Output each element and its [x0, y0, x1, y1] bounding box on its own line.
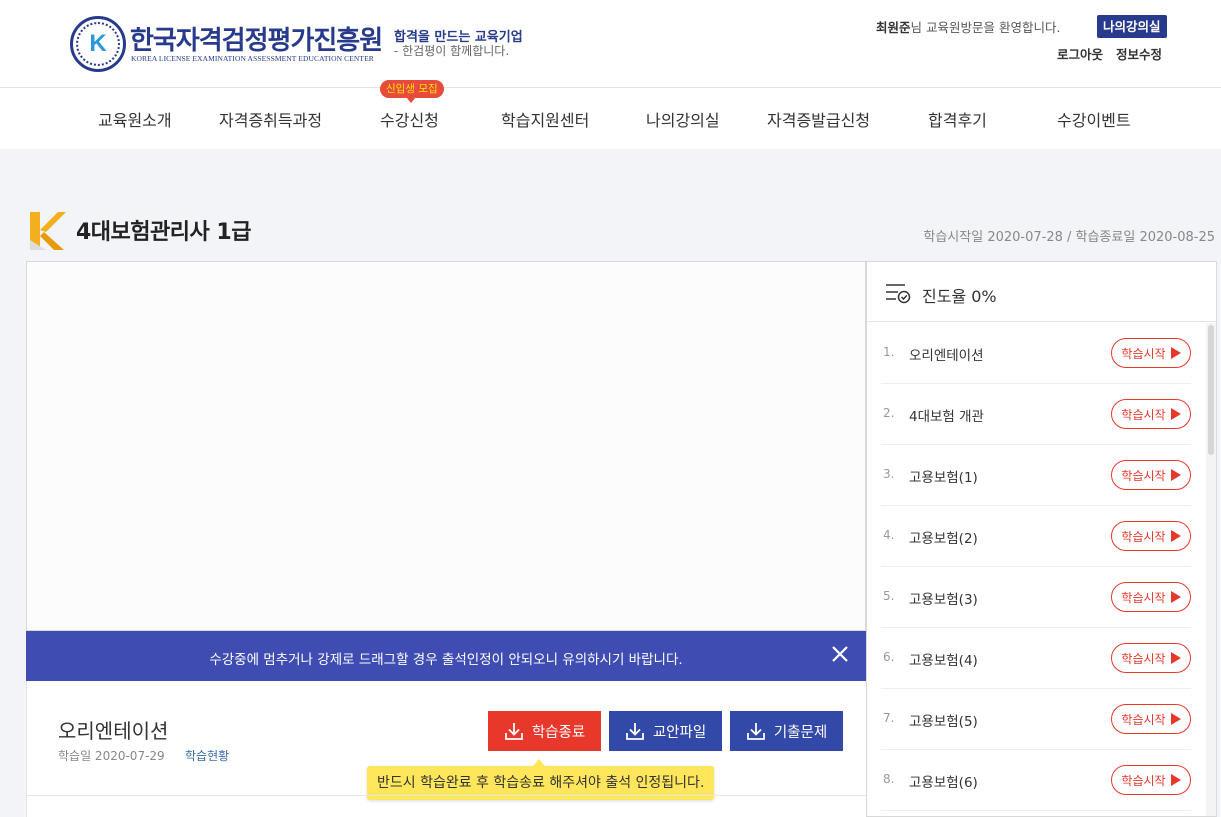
lesson-item: 8. 고용보험(6) 학습시작: [881, 750, 1191, 811]
download-icon: [625, 723, 644, 740]
logo-letter: K: [89, 30, 107, 57]
lesson-number: 5.: [883, 589, 895, 603]
progress-header: 진도율 0%: [867, 262, 1216, 322]
lesson-name: 고용보험(4): [909, 653, 978, 669]
main-nav: 교육원소개 자격증취득과정 수강신청 신입생 모집 학습지원센터 나의강의실 자…: [0, 80, 1221, 149]
start-lesson-button[interactable]: 학습시작: [1111, 399, 1191, 429]
logo-ring: K: [76, 22, 120, 66]
start-label: 학습시작: [1121, 468, 1166, 483]
lesson-name: 고용보험(6): [909, 775, 978, 791]
nav-item-about[interactable]: 교육원소개: [98, 107, 172, 131]
lecture-file-label: 교안파일: [652, 724, 707, 741]
end-study-label: 학습종료: [531, 724, 586, 741]
lesson-name: 고용보험(3): [909, 592, 978, 608]
logo-title[interactable]: 한국자격검정평가진흥원: [130, 20, 383, 57]
start-label: 학습시작: [1121, 712, 1166, 727]
download-icon: [504, 723, 523, 740]
lesson-item: 1. 오리엔테이션 학습시작: [881, 323, 1191, 384]
start-label: 학습시작: [1121, 590, 1166, 605]
lesson-number: 6.: [883, 650, 895, 664]
nav-item-certificate-issue[interactable]: 자격증발급신청: [767, 107, 870, 131]
play-icon: [1170, 591, 1181, 603]
current-lesson-title: 오리엔테이션: [58, 719, 169, 743]
lesson-item: 5. 고용보험(3) 학습시작: [881, 567, 1191, 628]
nav-item-my-classroom[interactable]: 나의강의실: [646, 107, 720, 131]
lesson-name: 4대보험 개관: [909, 409, 984, 425]
attendance-notice-text: 수강중에 멈추거나 강제로 드래그할 경우 출석인정이 안되오니 유의하시기 바…: [209, 652, 683, 668]
start-lesson-button[interactable]: 학습시작: [1111, 338, 1191, 368]
my-classroom-button[interactable]: 나의강의실: [1097, 15, 1167, 38]
start-label: 학습시작: [1121, 773, 1166, 788]
play-icon: [1170, 347, 1181, 359]
checklist-icon: [886, 284, 911, 304]
logout-link[interactable]: 로그아웃: [1057, 44, 1103, 63]
play-icon: [1170, 530, 1181, 542]
start-lesson-button[interactable]: 학습시작: [1111, 765, 1191, 795]
lesson-info-panel: 오리엔테이션 학습일 2020-07-29 학습현황 학습종료 교안파일 기출문…: [26, 681, 867, 817]
start-label: 학습시작: [1121, 346, 1166, 361]
lesson-item: 7. 고용보험(5) 학습시작: [881, 689, 1191, 750]
lesson-name: 고용보험(1): [909, 470, 978, 486]
lesson-number: 2.: [883, 406, 895, 420]
play-icon: [1170, 408, 1181, 420]
slogan-sub: - 한검평이 함께합니다.: [394, 44, 510, 58]
course-k-logo-icon: [30, 212, 66, 250]
attendance-notice-bar: 수강중에 멈추거나 강제로 드래그할 경우 출석인정이 안되오니 유의하시기 바…: [26, 631, 866, 681]
start-label: 학습시작: [1121, 529, 1166, 544]
lecture-file-button[interactable]: 교안파일: [609, 711, 722, 751]
logo-emblem[interactable]: K: [70, 16, 126, 72]
video-player[interactable]: [26, 261, 866, 631]
play-icon: [1170, 652, 1181, 664]
play-icon: [1170, 469, 1181, 481]
lesson-number: 7.: [883, 711, 895, 725]
start-lesson-button[interactable]: 학습시작: [1111, 460, 1191, 490]
logo-subtitle: KOREA LICENSE EXAMINATION ASSESSMENT EDU…: [131, 54, 374, 63]
welcome-message: 최원준님 교육원방문을 환영합니다.: [876, 17, 1060, 36]
nav-item-support-center[interactable]: 학습지원센터: [501, 107, 589, 131]
lesson-item: 4. 고용보험(2) 학습시작: [881, 506, 1191, 567]
play-icon: [1170, 713, 1181, 725]
lesson-item: 2. 4대보험 개관 학습시작: [881, 384, 1191, 445]
new-student-badge: 신입생 모집: [380, 80, 444, 103]
study-status-link[interactable]: 학습현황: [185, 747, 229, 764]
start-lesson-button[interactable]: 학습시작: [1111, 521, 1191, 551]
scrollbar-thumb[interactable]: [1208, 325, 1214, 455]
lesson-name: 고용보험(2): [909, 531, 978, 547]
course-dates: 학습시작일 2020-07-28 / 학습종료일 2020-08-25: [923, 230, 1215, 245]
lesson-item: 3. 고용보험(1) 학습시작: [881, 445, 1191, 506]
start-label: 학습시작: [1121, 651, 1166, 666]
nav-item-certificate-course[interactable]: 자격증취득과정: [219, 107, 322, 131]
start-lesson-button[interactable]: 학습시작: [1111, 582, 1191, 612]
lesson-number: 4.: [883, 528, 895, 542]
nav-item-enroll[interactable]: 수강신청: [380, 107, 439, 131]
user-name: 최원준: [876, 20, 911, 35]
divider: [27, 795, 867, 796]
lesson-date: 학습일 2020-07-29: [58, 749, 165, 763]
download-icon: [746, 723, 765, 740]
welcome-text: 님 교육원방문을 환영합니다.: [910, 20, 1061, 35]
lesson-sidebar: 진도율 0% 1. 오리엔테이션 학습시작 2. 4대보험 개관 학습시작 3.…: [866, 261, 1217, 817]
progress-rate: 진도율 0%: [922, 287, 997, 306]
past-exam-label: 기출문제: [773, 724, 828, 741]
lesson-name: 고용보험(5): [909, 714, 978, 730]
past-exam-button[interactable]: 기출문제: [730, 711, 843, 751]
lesson-number: 3.: [883, 467, 895, 481]
lesson-number: 8.: [883, 772, 895, 786]
nav-item-events[interactable]: 수강이벤트: [1057, 107, 1131, 131]
start-label: 학습시작: [1121, 407, 1166, 422]
site-header: K 한국자격검정평가진흥원 KOREA LICENSE EXAMINATION …: [0, 0, 1221, 88]
play-icon: [1170, 774, 1181, 786]
lesson-list-scrollbar[interactable]: [1206, 323, 1216, 816]
lesson-number: 1.: [883, 345, 895, 359]
nav-item-reviews[interactable]: 합격후기: [928, 107, 987, 131]
edit-info-link[interactable]: 정보수정: [1116, 44, 1162, 63]
lesson-name: 오리엔테이션: [909, 348, 984, 364]
end-study-button[interactable]: 학습종료: [488, 711, 601, 751]
close-icon[interactable]: [830, 644, 850, 664]
course-title: 4대보험관리사 1급: [76, 220, 251, 245]
start-lesson-button[interactable]: 학습시작: [1111, 704, 1191, 734]
start-lesson-button[interactable]: 학습시작: [1111, 643, 1191, 673]
lesson-item: 6. 고용보험(4) 학습시작: [881, 628, 1191, 689]
